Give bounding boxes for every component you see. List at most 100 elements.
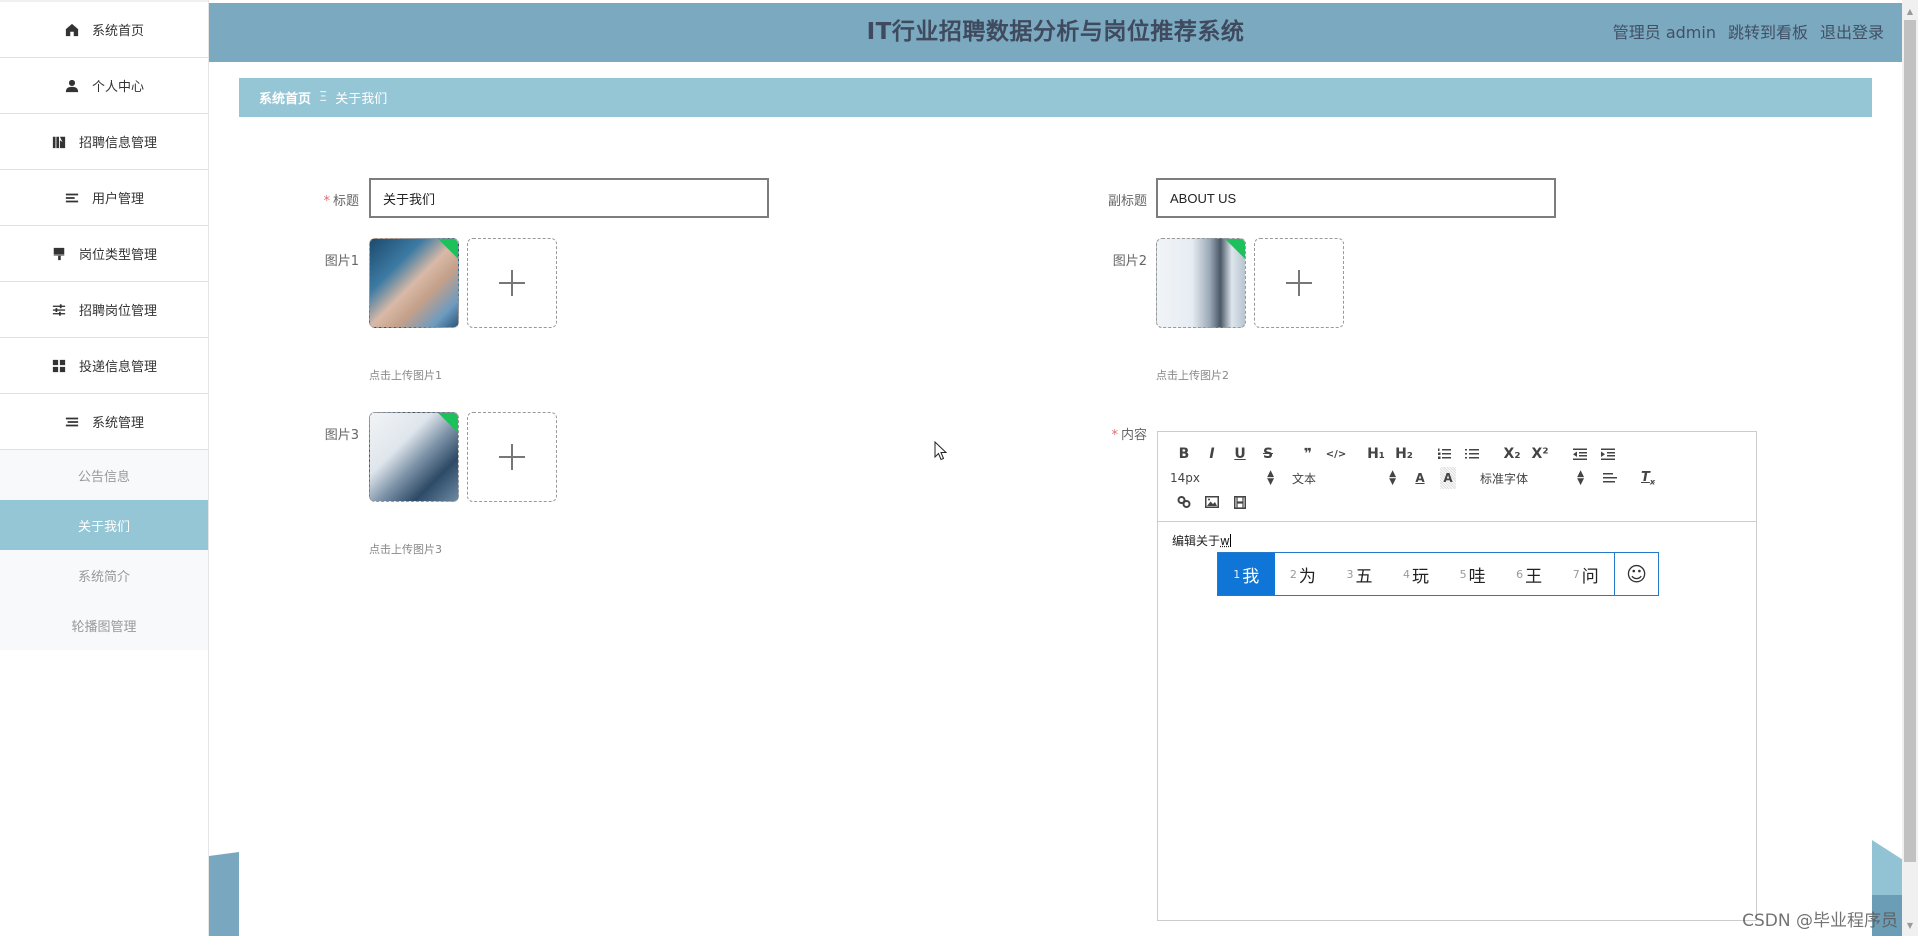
header-actions: 管理员 admin 跳转到看板 退出登录 <box>1613 3 1884 62</box>
sidebar-item-label: 岗位类型管理 <box>78 248 157 263</box>
italic-button[interactable]: I <box>1198 443 1226 465</box>
header-type-select[interactable]: 文本 ▲ ▼ <box>1292 467 1400 489</box>
candidate-number: 3 <box>1346 567 1354 581</box>
ime-composing-text: w <box>1220 534 1230 548</box>
sidebar-item-job-types[interactable]: 岗位类型管理 <box>0 226 208 282</box>
ime-candidate[interactable]: 2为 <box>1275 553 1332 595</box>
logout-link[interactable]: 退出登录 <box>1820 3 1884 62</box>
align-button[interactable] <box>1596 467 1624 489</box>
user-icon <box>64 78 80 94</box>
plus-icon <box>499 270 525 296</box>
candidate-number: 6 <box>1516 567 1524 581</box>
image1-thumbnail[interactable] <box>369 238 459 328</box>
strike-button[interactable]: S <box>1254 443 1282 465</box>
sidebar-item-label: 个人中心 <box>91 80 144 95</box>
ime-candidate[interactable]: 4玩 <box>1388 553 1445 595</box>
font-color-button[interactable]: A <box>1406 467 1434 489</box>
bold-button[interactable]: B <box>1170 443 1198 465</box>
blockquote-button[interactable]: ❞ <box>1294 443 1322 465</box>
subscript-button[interactable]: X₂ <box>1498 443 1526 465</box>
candidate-char: 为 <box>1298 566 1316 587</box>
decorative-shape-left <box>209 852 239 936</box>
link-button[interactable] <box>1170 491 1198 513</box>
ordered-list-button[interactable] <box>1430 443 1458 465</box>
video-button[interactable] <box>1226 491 1254 513</box>
ime-candidate[interactable]: 3五 <box>1331 553 1388 595</box>
grid-icon <box>51 358 67 374</box>
required-mark: * <box>1111 428 1118 443</box>
font-family-select[interactable]: 标准字体 ▲ ▼ <box>1480 467 1588 489</box>
image2-thumbnail[interactable] <box>1156 238 1246 328</box>
subtitle-input[interactable] <box>1156 178 1556 218</box>
image1-upload-button[interactable] <box>467 238 557 328</box>
text-caret <box>1229 534 1231 547</box>
image2-hint: 点击上传图片2 <box>1156 369 1229 382</box>
sidebar-item-users[interactable]: 用户管理 <box>0 170 208 226</box>
breadcrumb-home[interactable]: 系统首页 <box>259 88 311 107</box>
submenu-item-carousel[interactable]: 轮播图管理 <box>0 600 208 650</box>
toolbar-row-1: B I U S ❞ </> H₁ H₂ X₂ X² <box>1170 442 1744 466</box>
select-arrows-icon: ▲ ▼ <box>1267 469 1274 487</box>
image-icon <box>1205 496 1219 508</box>
sidebar-item-recruitment-info[interactable]: 招聘信息管理 <box>0 114 208 170</box>
plus-icon <box>499 444 525 470</box>
title-input[interactable] <box>369 178 769 218</box>
heading1-button[interactable]: H₁ <box>1362 443 1390 465</box>
font-size-select[interactable]: 14px ▲ ▼ <box>1170 467 1278 489</box>
image3-label: 图片3 <box>324 428 359 443</box>
current-user-label: 管理员 admin <box>1612 23 1716 42</box>
video-icon <box>1234 495 1246 509</box>
sliders-icon <box>51 302 67 318</box>
sidebar-item-home[interactable]: 系统首页 <box>0 2 208 58</box>
candidate-number: 4 <box>1403 567 1411 581</box>
image2-label: 图片2 <box>1112 254 1147 269</box>
scroll-down-arrow-icon[interactable]: ▼ <box>1902 918 1918 934</box>
background-color-button[interactable]: A <box>1440 467 1456 489</box>
ime-candidate[interactable]: 1我 <box>1218 553 1275 595</box>
top-header: IT行业招聘数据分析与岗位推荐系统 管理员 admin 跳转到看板 退出登录 <box>209 3 1902 62</box>
candidate-number: 2 <box>1289 567 1297 581</box>
background-color-icon: A <box>1443 471 1453 485</box>
ime-candidate[interactable]: 5哇 <box>1444 553 1501 595</box>
select-arrows-icon: ▲ ▼ <box>1389 469 1396 487</box>
candidate-char: 哇 <box>1468 566 1486 587</box>
superscript-button[interactable]: X² <box>1526 443 1554 465</box>
sidebar-item-label: 投递信息管理 <box>78 360 157 375</box>
sidebar-item-job-positions[interactable]: 招聘岗位管理 <box>0 282 208 338</box>
outdent-button[interactable] <box>1566 443 1594 465</box>
dashboard-link[interactable]: 跳转到看板 <box>1728 3 1808 62</box>
content-label-text: 内容 <box>1120 428 1147 443</box>
system-submenu: 公告信息 关于我们 系统简介 轮播图管理 <box>0 450 208 650</box>
sidebar-item-system[interactable]: 系统管理 <box>0 394 208 450</box>
image3-thumbnail[interactable] <box>369 412 459 502</box>
sidebar-item-label: 用户管理 <box>91 192 144 207</box>
bullet-list-button[interactable] <box>1458 443 1486 465</box>
clear-format-button[interactable]: Tx <box>1634 467 1662 489</box>
chart-icon <box>51 134 67 150</box>
submenu-item-announcements[interactable]: 公告信息 <box>0 450 208 500</box>
indent-button[interactable] <box>1594 443 1622 465</box>
outdent-icon <box>1573 448 1587 460</box>
candidate-char: 问 <box>1581 566 1599 587</box>
underline-button[interactable]: U <box>1226 443 1254 465</box>
ime-candidate[interactable]: 7问 <box>1557 553 1614 595</box>
image2-upload-button[interactable] <box>1254 238 1344 328</box>
sidebar-item-profile[interactable]: 个人中心 <box>0 58 208 114</box>
heading2-button[interactable]: H₂ <box>1390 443 1418 465</box>
submenu-item-system-intro[interactable]: 系统简介 <box>0 550 208 600</box>
scroll-up-arrow-icon[interactable]: ▲ <box>1902 4 1918 20</box>
code-block-button[interactable]: </> <box>1322 443 1350 465</box>
emoji-icon[interactable]: ☺ <box>1614 553 1658 595</box>
sidebar-item-applications[interactable]: 投递信息管理 <box>0 338 208 394</box>
ime-candidate[interactable]: 6王 <box>1501 553 1558 595</box>
image-button[interactable] <box>1198 491 1226 513</box>
submenu-item-about-us[interactable]: 关于我们 <box>0 500 208 550</box>
scrollbar-thumb[interactable] <box>1904 20 1916 862</box>
font-color-icon: A <box>1415 471 1425 485</box>
uploaded-badge <box>438 413 458 433</box>
ime-candidate-window: 1我 2为 3五 4玩 5哇 6王 7问 ☺ <box>1217 552 1659 596</box>
page-scrollbar[interactable]: ▲ ▼ <box>1902 0 1918 936</box>
image3-upload-button[interactable] <box>467 412 557 502</box>
ordered-list-icon <box>1438 448 1451 459</box>
select-arrows-icon: ▲ ▼ <box>1577 469 1584 487</box>
